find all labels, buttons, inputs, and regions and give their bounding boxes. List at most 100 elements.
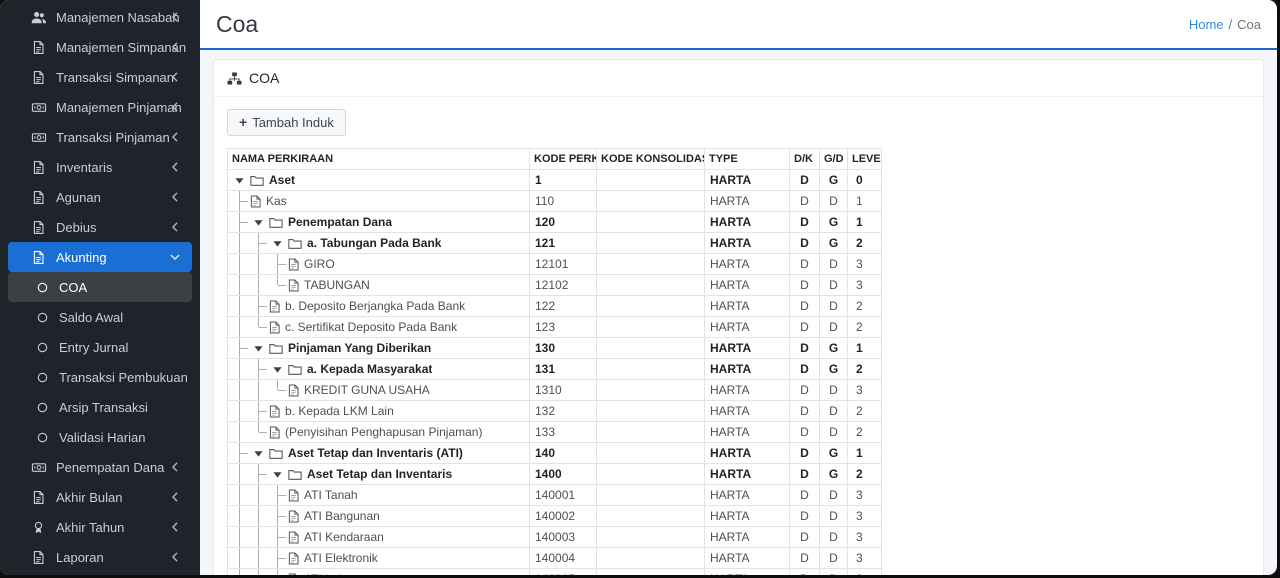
account-name[interactable]: ATI Lainnya <box>303 569 367 575</box>
tree-guide-line <box>249 380 268 400</box>
gd-cell: D <box>820 401 848 422</box>
coa-row-b-deposito-berjangka-pada-bank: b. Deposito Berjangka Pada Bank122HARTAD… <box>228 296 882 317</box>
tree-tee-line <box>268 506 287 526</box>
kode-konsolidasi-cell <box>597 548 705 569</box>
caret-down-icon[interactable] <box>230 170 249 190</box>
folder-icon <box>269 342 283 355</box>
sidebar-item-manajemen-nasabah[interactable]: Manajemen Nasabah <box>8 2 192 32</box>
tree-guide-line <box>230 527 249 547</box>
sidebar-item-laporan[interactable]: Laporan <box>8 542 192 572</box>
sidebar-subitem-arsip-transaksi[interactable]: Arsip Transaksi <box>8 392 192 422</box>
account-name[interactable]: b. Kepada LKM Lain <box>284 401 394 421</box>
sidebar-item-label: Debius <box>56 220 96 235</box>
file-icon <box>269 405 280 418</box>
file-icon <box>288 531 299 544</box>
sidebar-subitem-label: COA <box>59 280 87 295</box>
account-name[interactable]: Kas <box>265 191 287 211</box>
caret-down-icon[interactable] <box>249 443 268 463</box>
account-name[interactable]: GIRO <box>303 254 335 274</box>
sidebar-item-label: Manajemen Pinjaman <box>56 100 182 115</box>
file-icon <box>30 220 47 235</box>
caret-down-icon[interactable] <box>249 212 268 232</box>
circle-icon <box>37 402 48 413</box>
dk-cell: D <box>790 569 820 576</box>
tree-elbow-line <box>249 422 268 442</box>
level-cell: 0 <box>848 170 882 191</box>
file-icon <box>288 489 299 502</box>
account-name[interactable]: ATI Elektronik <box>303 548 378 568</box>
sidebar-subitem-coa[interactable]: COA <box>8 272 192 302</box>
coa-row-ati-tanah: ATI Tanah140001HARTADD3 <box>228 485 882 506</box>
account-name[interactable]: ATI Bangunan <box>303 506 380 526</box>
sidebar-item-inventaris[interactable]: Inventaris <box>8 152 192 182</box>
account-name[interactable]: Penempatan Dana <box>287 212 392 232</box>
account-name[interactable]: Pinjaman Yang Diberikan <box>287 338 431 358</box>
account-name[interactable]: ATI Kendaraan <box>303 527 384 547</box>
file-icon <box>30 160 47 175</box>
circle-icon <box>37 372 48 383</box>
sidebar-subitem-entry-jurnal[interactable]: Entry Jurnal <box>8 332 192 362</box>
kode-perk-cell: 132 <box>530 401 597 422</box>
account-name[interactable]: Aset <box>268 170 295 190</box>
coa-row-ati-kendaraan: ATI Kendaraan140003HARTADD3 <box>228 527 882 548</box>
tree-guide-line <box>230 296 249 316</box>
level-cell: 3 <box>848 506 882 527</box>
sidebar-subitem-label: Entry Jurnal <box>59 340 128 355</box>
account-name[interactable]: ATI Tanah <box>303 485 358 505</box>
tree-guide-line <box>230 359 249 379</box>
type-cell: HARTA <box>705 212 790 233</box>
chevron-left-icon <box>171 522 179 533</box>
account-name[interactable]: c. Sertifikat Deposito Pada Bank <box>284 317 457 337</box>
type-cell: HARTA <box>705 527 790 548</box>
kode-perk-cell: 122 <box>530 296 597 317</box>
caret-down-icon[interactable] <box>268 359 287 379</box>
type-cell: HARTA <box>705 233 790 254</box>
kode-perk-cell: 140 <box>530 443 597 464</box>
sidebar-item-akhir-bulan[interactable]: Akhir Bulan <box>8 482 192 512</box>
caret-down-icon[interactable] <box>268 464 287 484</box>
chevron-left-icon <box>171 192 179 203</box>
account-name[interactable]: (Penyisihan Penghapusan Pinjaman) <box>284 422 482 442</box>
caret-down-icon[interactable] <box>268 233 287 253</box>
sidebar-subitem-validasi-harian[interactable]: Validasi Harian <box>8 422 192 452</box>
sidebar-subitem-transaksi-pembukuan[interactable]: Transaksi Pembukuan <box>8 362 192 392</box>
kode-perk-cell: 130 <box>530 338 597 359</box>
sidebar-item-manajemen-pinjaman[interactable]: Manajemen Pinjaman <box>8 92 192 122</box>
account-name[interactable]: Aset Tetap dan Inventaris (ATI) <box>287 443 463 463</box>
tree-guide-line <box>230 548 249 568</box>
sidebar-item-label: Manajemen Simpanan <box>56 40 186 55</box>
tree-node: a. Kepada Masyarakat <box>230 359 525 379</box>
account-name[interactable]: a. Kepada Masyarakat <box>306 359 432 379</box>
account-name[interactable]: KREDIT GUNA USAHA <box>303 380 430 400</box>
sidebar-subitem-saldo-awal[interactable]: Saldo Awal <box>8 302 192 332</box>
type-cell: HARTA <box>705 296 790 317</box>
kode-perk-cell: 140005 <box>530 569 597 576</box>
tree-node: ATI Tanah <box>230 485 525 505</box>
account-name[interactable]: b. Deposito Berjangka Pada Bank <box>284 296 465 316</box>
account-name[interactable]: Aset Tetap dan Inventaris <box>306 464 452 484</box>
sidebar-item-debius[interactable]: Debius <box>8 212 192 242</box>
sidebar-item-transaksi-simpanan[interactable]: Transaksi Simpanan <box>8 62 192 92</box>
kode-konsolidasi-cell <box>597 191 705 212</box>
card-title: COA <box>249 70 279 86</box>
breadcrumb-home-link[interactable]: Home <box>1189 17 1224 32</box>
type-cell: HARTA <box>705 548 790 569</box>
sidebar-item-manajemen-simpanan[interactable]: Manajemen Simpanan <box>8 32 192 62</box>
coa-row-a-kepada-masyarakat: a. Kepada Masyarakat131HARTADG2 <box>228 359 882 380</box>
level-cell: 3 <box>848 485 882 506</box>
kode-konsolidasi-cell <box>597 233 705 254</box>
gd-cell: D <box>820 548 848 569</box>
account-name[interactable]: TABUNGAN <box>303 275 370 295</box>
type-cell: HARTA <box>705 317 790 338</box>
coa-row-giro: GIRO12101HARTADD3 <box>228 254 882 275</box>
sidebar-item-agunan[interactable]: Agunan <box>8 182 192 212</box>
kode-perk-cell: 133 <box>530 422 597 443</box>
caret-down-icon[interactable] <box>249 338 268 358</box>
sidebar-item-penempatan-dana[interactable]: Penempatan Dana <box>8 452 192 482</box>
sidebar-item-transaksi-pinjaman[interactable]: Transaksi Pinjaman <box>8 122 192 152</box>
tree-node: Pinjaman Yang Diberikan <box>230 338 525 358</box>
tambah-induk-button[interactable]: Tambah Induk <box>227 109 346 136</box>
account-name[interactable]: a. Tabungan Pada Bank <box>306 233 441 253</box>
sidebar-item-akhir-tahun[interactable]: Akhir Tahun <box>8 512 192 542</box>
sidebar-item-akunting[interactable]: Akunting <box>8 242 192 272</box>
